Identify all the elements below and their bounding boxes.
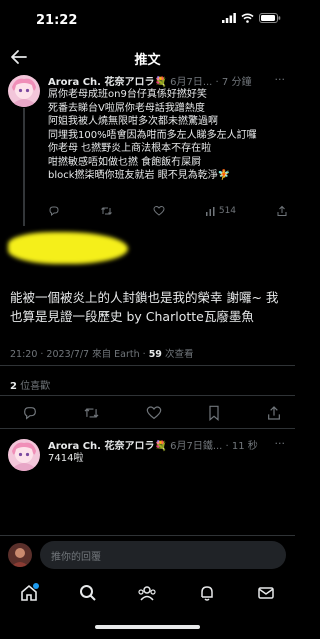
- top-nav: 推文: [0, 42, 295, 72]
- divider: [0, 365, 295, 366]
- reply-button[interactable]: [48, 205, 60, 217]
- people-icon: [138, 586, 157, 601]
- tweet-timestamp: 21:20 · 2023/7/7 來自 Earth · 59 次查看: [10, 349, 194, 360]
- handle: 6月7日...: [170, 77, 213, 88]
- likes-summary[interactable]: 2 位喜歡: [10, 377, 50, 392]
- share-icon: [277, 205, 287, 216]
- mail-icon: [257, 587, 274, 599]
- tab-notifications[interactable]: [198, 584, 216, 606]
- tweet-line: 屌你老母成班on9台仔真係好撚好笑: [48, 89, 207, 100]
- display-name[interactable]: Arora Ch. 花奈アロラ💐: [48, 77, 167, 88]
- wifi-icon: [241, 13, 254, 23]
- replied-tweet[interactable]: Arora Ch. 花奈アロラ💐 6月7日... · 7 分鐘 ··· 屌你老母…: [0, 73, 295, 223]
- main-tweet-actions: [22, 405, 282, 421]
- avatar[interactable]: [8, 75, 40, 107]
- reply-bar: 推你的回覆: [0, 537, 295, 573]
- status-icons: [222, 13, 281, 23]
- avatar[interactable]: [8, 439, 40, 471]
- user-avatar[interactable]: [8, 543, 32, 567]
- tab-messages[interactable]: [257, 584, 275, 606]
- main-tweet-text: 能被一個被炎上的人封鎖也是我的榮幸 謝囉~ 我也算是見證一段歷史 by Char…: [10, 290, 279, 324]
- retweet-button[interactable]: [100, 205, 113, 217]
- share-icon[interactable]: [266, 405, 282, 421]
- display-name[interactable]: Arora Ch. 花奈アロラ💐: [48, 441, 167, 452]
- tab-home[interactable]: [20, 583, 40, 606]
- redaction-mark: [8, 232, 128, 264]
- tweet-body: 7414啦: [48, 453, 84, 464]
- bottom-tab-bar: [0, 575, 295, 615]
- tweet-line: 阿姐我被人燒無限咁多次都未撚驚過啊: [48, 116, 218, 127]
- tweet-line: 同埋我100%唔會因為咁而多左人睇多左人訂囉: [48, 129, 257, 141]
- share-button[interactable]: [276, 205, 288, 217]
- more-options-icon[interactable]: ···: [275, 437, 286, 450]
- tweet-line: 死番去睇台V啦屌你老母話我蹭熱度: [48, 102, 205, 114]
- status-bar: 21:22: [0, 0, 295, 40]
- reply-input[interactable]: 推你的回覆: [40, 541, 286, 569]
- retweet-icon[interactable]: [83, 405, 100, 421]
- views-count: 59: [148, 349, 162, 360]
- tweet-time: 7 分鐘: [221, 77, 252, 88]
- divider: [0, 428, 295, 429]
- tab-communities[interactable]: [137, 584, 157, 606]
- divider: [0, 395, 295, 396]
- thread-line: [23, 108, 25, 226]
- views-chart-icon: [205, 206, 215, 216]
- battery-icon: [259, 13, 281, 23]
- search-icon: [79, 585, 96, 601]
- home-indicator: [95, 625, 200, 629]
- tweet-line: 咁撚敏感唔如做乜撚 食飽飯冇屎屙: [48, 156, 202, 168]
- more-options-icon[interactable]: ···: [275, 73, 286, 86]
- tweet-actions: 514: [48, 205, 288, 217]
- divider: [0, 535, 295, 536]
- views-count: 514: [218, 206, 237, 216]
- heart-icon[interactable]: [146, 405, 162, 421]
- handle: 6月7日鐵...: [170, 441, 223, 452]
- reply-icon[interactable]: [22, 405, 38, 421]
- reply-tweet[interactable]: Arora Ch. 花奈アロラ💐 6月7日鐵... · 11 秒 ··· 741…: [0, 437, 295, 477]
- tweet-header: Arora Ch. 花奈アロラ💐 6月7日鐵... · 11 秒: [48, 441, 258, 452]
- tab-search[interactable]: [79, 584, 97, 606]
- tweet-time: 11 秒: [231, 441, 258, 452]
- bookmark-icon[interactable]: [207, 405, 221, 421]
- tweet-line: block撚柒晒你班友就岩 眼不見為乾淨🧚: [48, 170, 231, 181]
- page-title: 推文: [134, 53, 161, 68]
- status-time: 21:22: [36, 13, 78, 28]
- signal-icon: [222, 13, 236, 23]
- notification-dot: [33, 583, 40, 589]
- tweet-line: 你老母 乜撚野炎上商法根本不存在啦: [48, 143, 212, 154]
- reply-icon: [49, 206, 59, 217]
- heart-icon: [153, 205, 165, 216]
- bell-icon: [201, 586, 213, 601]
- retweet-icon: [101, 207, 112, 215]
- tweet-header: Arora Ch. 花奈アロラ💐 6月7日... · 7 分鐘: [48, 77, 252, 88]
- tweet-body: 屌你老母成班on9台仔真係好撚好笑 死番去睇台V啦屌你老母話我蹭熱度 阿姐我被人…: [48, 88, 288, 183]
- like-button[interactable]: [153, 205, 165, 217]
- views-button[interactable]: 514: [205, 206, 236, 217]
